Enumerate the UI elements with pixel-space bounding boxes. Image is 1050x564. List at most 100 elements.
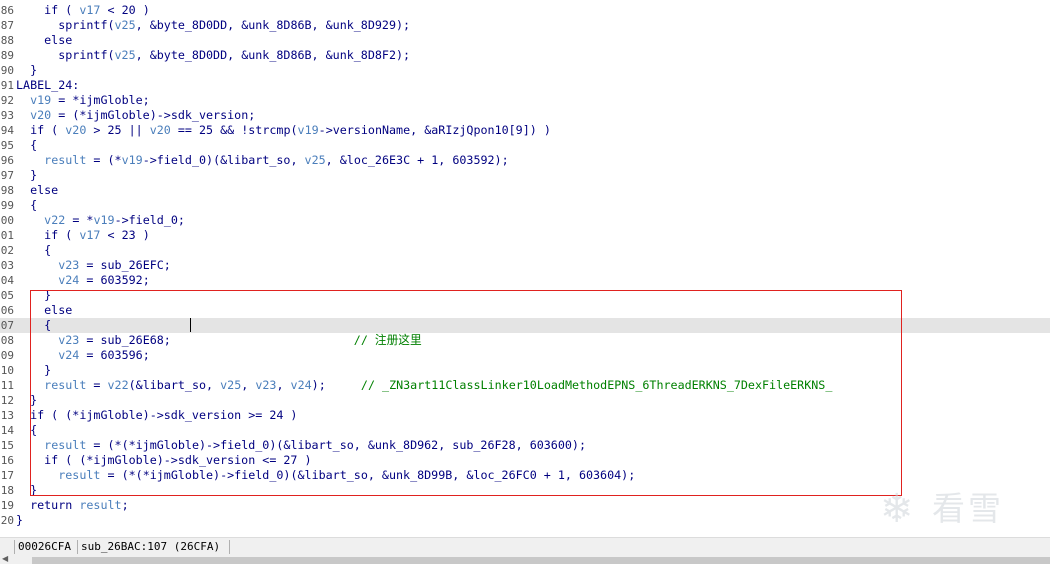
code-line[interactable]: 90 } xyxy=(0,63,1050,78)
code-token: , xyxy=(241,378,256,392)
code-text[interactable]: else xyxy=(16,33,72,48)
scrollbar-thumb[interactable] xyxy=(32,557,1050,564)
code-token: } xyxy=(16,63,38,77)
snowflake-icon: ❄ xyxy=(880,486,914,532)
code-token: if ( xyxy=(16,123,66,137)
code-text[interactable]: v19 = *ijmGloble; xyxy=(16,93,150,108)
code-text[interactable]: sprintf(v25, &byte_8D0DD, &unk_8D86B, &u… xyxy=(16,48,410,63)
code-text[interactable]: return result; xyxy=(16,498,129,513)
code-text[interactable]: { xyxy=(16,138,37,153)
code-text[interactable]: v24 = 603592; xyxy=(16,273,150,288)
code-text[interactable]: } xyxy=(16,513,23,528)
code-line[interactable]: 105 } xyxy=(0,288,1050,303)
code-variable: v25 xyxy=(114,18,136,32)
line-number: 89 xyxy=(0,49,14,62)
scroll-left-arrow-icon[interactable]: ◀ xyxy=(2,554,8,563)
code-text[interactable]: if ( (*ijmGloble)->sdk_version >= 24 ) xyxy=(16,408,297,423)
code-text[interactable]: LABEL_24: xyxy=(16,78,79,93)
code-line[interactable]: 102 { xyxy=(0,243,1050,258)
code-text[interactable]: result = v22(&libart_so, v25, v23, v24);… xyxy=(16,378,832,393)
code-line[interactable]: 109 v24 = 603596; xyxy=(0,348,1050,363)
code-text[interactable]: } xyxy=(16,63,37,78)
code-text[interactable]: } xyxy=(16,363,51,378)
line-number: 112 xyxy=(0,394,14,407)
code-line[interactable]: 97 } xyxy=(0,168,1050,183)
line-number: 99 xyxy=(0,199,14,212)
code-text[interactable]: if ( v20 > 25 || v20 == 25 && !strcmp(v1… xyxy=(16,123,551,138)
code-text[interactable]: result = (*(*ijmGloble)->field_0)(&libar… xyxy=(16,438,586,453)
code-token: < 20 ) xyxy=(100,3,150,17)
code-text[interactable]: if ( (*ijmGloble)->sdk_version <= 27 ) xyxy=(16,453,311,468)
code-text[interactable]: result = (*v19->field_0)(&libart_so, v25… xyxy=(16,153,508,168)
line-number: 103 xyxy=(0,259,14,272)
code-token: = (*(*ijmGloble)->field_0)(&libart_so, &… xyxy=(100,468,636,482)
code-text[interactable]: } xyxy=(16,168,37,183)
code-line[interactable]: 104 v24 = 603592; xyxy=(0,273,1050,288)
code-line[interactable]: 94 if ( v20 > 25 || v20 == 25 && !strcmp… xyxy=(0,123,1050,138)
code-line[interactable]: 110 } xyxy=(0,363,1050,378)
code-token: { xyxy=(16,138,38,152)
code-line[interactable]: 91 LABEL_24: xyxy=(0,78,1050,93)
code-line[interactable]: 106 else xyxy=(0,303,1050,318)
code-text[interactable]: } xyxy=(16,288,51,303)
text-caret xyxy=(190,318,191,332)
code-line[interactable]: 93 v20 = (*ijmGloble)->sdk_version; xyxy=(0,108,1050,123)
code-line[interactable]: 101 if ( v17 < 23 ) xyxy=(0,228,1050,243)
code-line[interactable]: 113 if ( (*ijmGloble)->sdk_version >= 24… xyxy=(0,408,1050,423)
code-text[interactable]: v23 = sub_26E68; // 注册这里 xyxy=(16,333,421,348)
code-variable: v19 xyxy=(297,123,319,137)
code-variable: result xyxy=(44,153,87,167)
code-line[interactable]: 86 if ( v17 < 20 ) xyxy=(0,3,1050,18)
line-number: 98 xyxy=(0,184,14,197)
code-line[interactable]: 88 else xyxy=(0,33,1050,48)
code-line[interactable]: 114 { xyxy=(0,423,1050,438)
code-text[interactable]: { xyxy=(16,198,37,213)
code-text[interactable]: { xyxy=(16,318,51,333)
code-line[interactable]: 116 if ( (*ijmGloble)->sdk_version <= 27… xyxy=(0,453,1050,468)
code-text[interactable]: v20 = (*ijmGloble)->sdk_version; xyxy=(16,108,255,123)
code-line[interactable]: 117 result = (*(*ijmGloble)->field_0)(&l… xyxy=(0,468,1050,483)
code-text[interactable]: if ( v17 < 23 ) xyxy=(16,228,150,243)
code-token: < 23 ) xyxy=(100,228,150,242)
line-number: 100 xyxy=(0,214,14,227)
code-text[interactable]: } xyxy=(16,393,37,408)
code-variable: v20 xyxy=(30,108,52,122)
code-text[interactable]: { xyxy=(16,243,51,258)
code-variable: v19 xyxy=(93,213,115,227)
code-text[interactable]: v22 = *v19->field_0; xyxy=(16,213,185,228)
code-line[interactable]: 112 } xyxy=(0,393,1050,408)
code-line[interactable]: 99 { xyxy=(0,198,1050,213)
code-text[interactable]: else xyxy=(16,303,72,318)
code-line[interactable]: 103 v23 = sub_26EFC; xyxy=(0,258,1050,273)
code-line[interactable]: 92 v19 = *ijmGloble; xyxy=(0,93,1050,108)
code-line[interactable]: 98 else xyxy=(0,183,1050,198)
code-line[interactable]: 115 result = (*(*ijmGloble)->field_0)(&l… xyxy=(0,438,1050,453)
code-text[interactable]: v24 = 603596; xyxy=(16,348,150,363)
code-line[interactable]: 89 sprintf(v25, &byte_8D0DD, &unk_8D86B,… xyxy=(0,48,1050,63)
code-token: (&libart_so, xyxy=(128,378,221,392)
code-token: ->field_0; xyxy=(114,213,185,227)
line-number: 114 xyxy=(0,424,14,437)
code-text[interactable]: result = (*(*ijmGloble)->field_0)(&libar… xyxy=(16,468,635,483)
code-text[interactable]: else xyxy=(16,183,58,198)
code-token: ->versionName, &aRIzjQpon10[9]) ) xyxy=(318,123,551,137)
code-text[interactable]: if ( v17 < 20 ) xyxy=(16,3,150,18)
code-variable: v23 xyxy=(58,258,80,272)
code-variable: v25 xyxy=(114,48,136,62)
horizontal-scrollbar[interactable]: ◀ xyxy=(0,554,1050,564)
code-token: > 25 || xyxy=(86,123,150,137)
line-number: 115 xyxy=(0,439,14,452)
code-line[interactable]: 95 { xyxy=(0,138,1050,153)
code-text[interactable]: { xyxy=(16,423,37,438)
pseudocode-view[interactable]: 86 if ( v17 < 20 ) 87 sprintf(v25, &byte_… xyxy=(0,0,1050,530)
code-line[interactable]: 87 sprintf(v25, &byte_8D0DD, &unk_8D86B,… xyxy=(0,18,1050,33)
code-line[interactable]: 100 v22 = *v19->field_0; xyxy=(0,213,1050,228)
code-text[interactable]: v23 = sub_26EFC; xyxy=(16,258,171,273)
code-line[interactable]: 108 v23 = sub_26E68; // 注册这里 xyxy=(0,333,1050,348)
code-line[interactable]: 111 result = v22(&libart_so, v25, v23, v… xyxy=(0,378,1050,393)
code-line[interactable]: 96 result = (*v19->field_0)(&libart_so, … xyxy=(0,153,1050,168)
code-text[interactable]: } xyxy=(16,483,37,498)
code-line-current[interactable]: 107 { xyxy=(0,318,1050,333)
code-text[interactable]: sprintf(v25, &byte_8D0DD, &unk_8D86B, &u… xyxy=(16,18,410,33)
